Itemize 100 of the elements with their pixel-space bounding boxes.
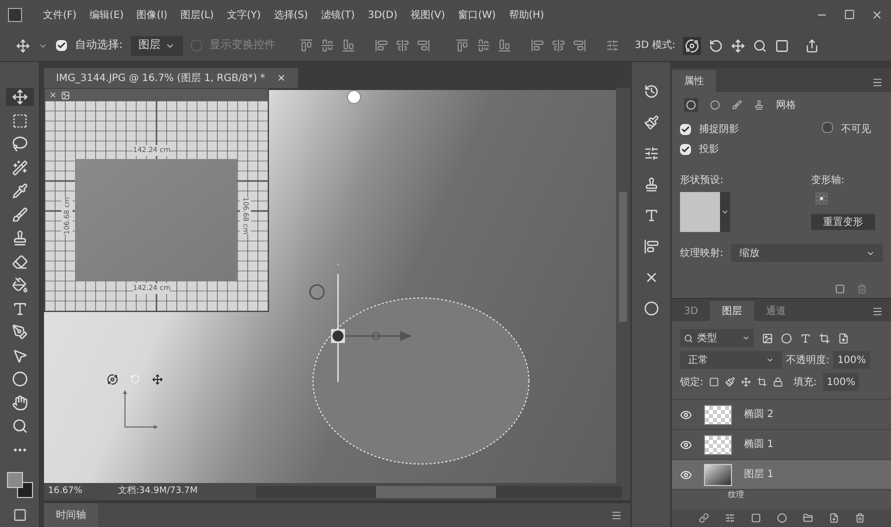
layer-action-icon[interactable] [776,513,786,523]
zoom-tool-icon[interactable] [12,418,28,434]
brush-tool-icon[interactable] [12,206,28,222]
lock-icon[interactable] [709,377,720,387]
brush-settings-icon[interactable] [644,115,658,130]
roll-icon[interactable] [709,38,724,52]
filter-icon[interactable] [762,332,773,344]
color-swatches[interactable] [6,472,32,498]
vertical-scrollbar[interactable] [616,88,630,483]
close-icon[interactable] [49,91,57,99]
marquee-tool-icon[interactable] [12,112,28,128]
type-tool-icon[interactable] [12,300,28,316]
eraser-tool-icon[interactable] [12,254,28,270]
bucket-tool-icon[interactable] [12,277,28,293]
layer-action-icon[interactable] [802,513,812,523]
menu-item[interactable]: 图像(I) [136,8,168,22]
eye-icon[interactable] [680,408,692,420]
export-icon[interactable] [61,90,70,100]
document-tab[interactable]: IMG_3144.JPG @ 16.7% (图层 1, RGB/8*) * × [44,68,298,88]
auto-align-icon[interactable] [606,39,619,52]
menu-item[interactable]: 图层(L) [180,8,214,22]
axis-grid-icon[interactable] [815,192,829,206]
fill-field[interactable]: 100% [822,373,860,391]
panel-menu-icon[interactable] [872,77,883,88]
lock-icon[interactable] [741,377,752,387]
lasso-tool-icon[interactable] [12,136,28,152]
layer-action-icon[interactable] [698,513,708,523]
mesh-tab[interactable]: 网格 [776,98,796,112]
ellipse-tool-icon[interactable] [12,371,28,387]
properties-tab[interactable]: 属性 [672,70,716,92]
menu-item[interactable]: 选择(S) [274,8,308,22]
menu-item[interactable]: 帮助(H) [508,8,544,22]
filter-icon[interactable] [819,332,830,344]
panel-tab[interactable]: 图层 [710,301,754,321]
align-icon[interactable] [374,39,388,52]
filter-dropdown[interactable]: 类型 [680,329,754,347]
pan-icon[interactable] [731,38,746,52]
checkbox[interactable] [680,124,691,135]
align-icon[interactable] [396,39,409,52]
eye-icon[interactable] [680,468,692,480]
move-tool-icon[interactable] [16,38,30,52]
panel-tab[interactable]: 通道 [754,301,798,321]
zoom-icon[interactable] [753,38,768,52]
history-icon[interactable] [644,84,658,99]
align-icon[interactable] [300,39,313,52]
panel-menu-icon[interactable] [872,306,883,317]
lock-icon[interactable] [757,377,768,387]
share-icon[interactable] [805,38,820,52]
layer-action-icon[interactable] [828,513,838,523]
layer-action-icon[interactable] [724,513,734,523]
layer-row[interactable]: 椭圆 2 [672,400,891,430]
panel-tab[interactable]: 3D [672,301,710,321]
layer-action-icon[interactable] [854,513,864,523]
pen-tool-icon[interactable] [12,324,28,340]
document-size[interactable]: 文档:34.9M/73.7M [118,484,248,498]
texture-mapping-dropdown[interactable]: 缩放 [731,244,883,262]
filter-icon[interactable] [781,332,792,344]
distribute-icon[interactable] [456,39,469,52]
adjust-icon[interactable] [644,146,658,161]
filter-icon[interactable] [800,332,811,344]
wand-tool-icon[interactable] [12,160,28,176]
layer-action-icon[interactable] [750,513,760,523]
filter-icon[interactable] [838,332,849,344]
menu-item[interactable]: 3D(D) [368,8,398,22]
timeline-tab[interactable]: 时间轴 [44,503,98,527]
distribute-icon[interactable] [530,39,544,52]
orbit-icon[interactable] [685,38,700,52]
close-icon[interactable] [871,9,883,21]
eyedropper-tool-icon[interactable] [12,183,28,199]
distribute-icon[interactable] [476,39,490,52]
stamp-tool-icon[interactable] [12,230,28,246]
menu-item[interactable]: 滤镜(T) [320,8,355,22]
character-icon[interactable] [644,208,658,223]
eye-icon[interactable] [680,438,692,450]
clone-source-icon[interactable] [644,177,658,192]
checkbox[interactable] [822,122,833,133]
menu-item[interactable]: 窗口(W) [458,8,496,22]
distribute-icon[interactable] [572,39,586,52]
reset-deform-button[interactable]: 重置变形 [811,214,875,230]
menu-item[interactable]: 文字(Y) [226,8,261,22]
lock-icon[interactable] [725,377,736,387]
shape-preset-picker[interactable] [680,192,730,232]
maximize-icon[interactable] [844,9,855,20]
close-tab-button[interactable]: × [277,70,286,86]
menu-item[interactable]: 编辑(E) [90,8,124,22]
panel-menu-icon[interactable] [611,510,622,520]
move-tool-icon[interactable] [12,89,28,105]
distribute-icon[interactable] [498,39,511,52]
align-icon[interactable] [320,39,334,52]
lock-icon[interactable] [773,377,784,387]
checkbox[interactable] [680,144,691,155]
align-icon[interactable] [342,39,355,52]
horizontal-scrollbar[interactable] [256,486,622,498]
layer-row[interactable]: 图层 1 [672,460,891,490]
checkbox[interactable] [56,40,67,51]
texture-sub-item[interactable]: 纹理 [672,490,891,500]
quick-mask-icon[interactable] [12,508,26,522]
material-icon[interactable] [732,100,742,110]
pointer-tool-icon[interactable] [12,348,28,364]
menu-item[interactable]: 文件(F) [43,8,77,22]
